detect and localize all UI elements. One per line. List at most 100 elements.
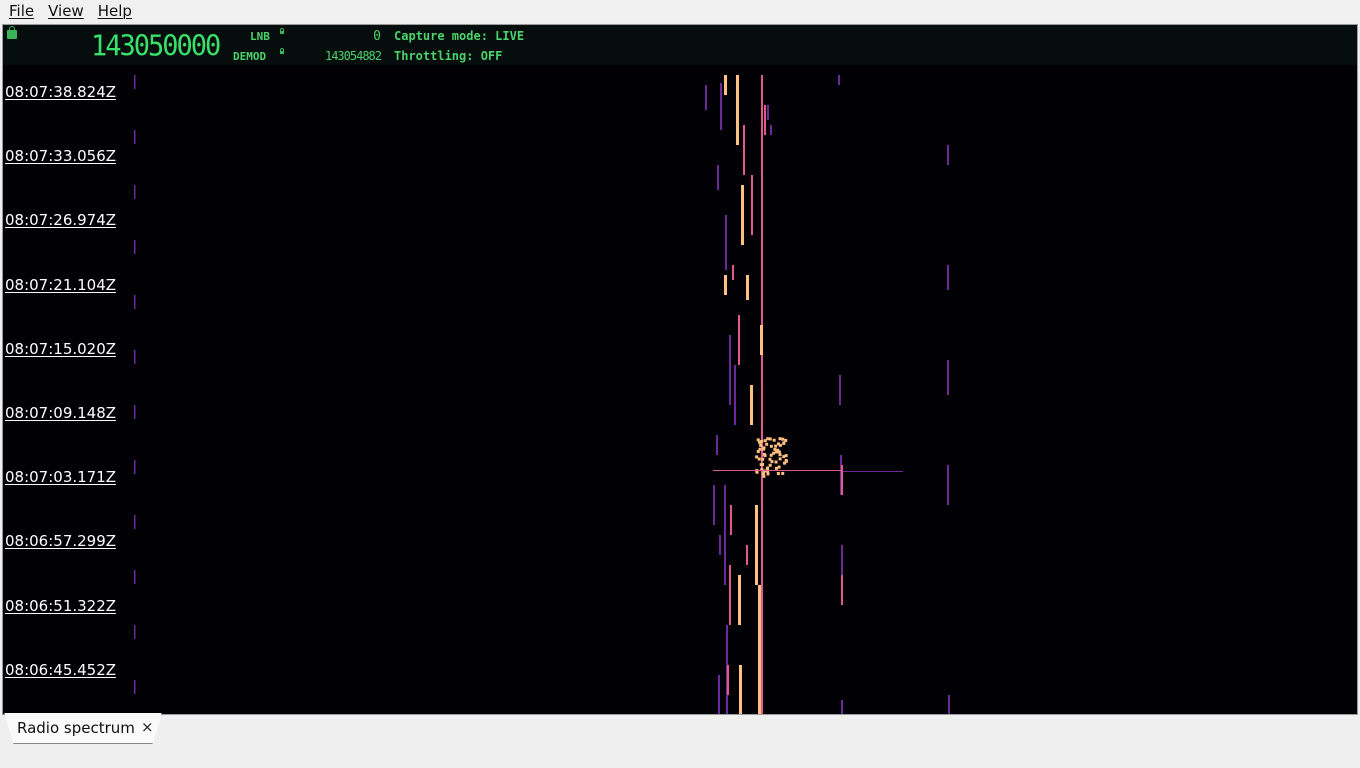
timestamp-label: 08:07:21.104Z	[5, 276, 116, 294]
signal-trace	[724, 485, 726, 585]
close-icon[interactable]: ×	[141, 718, 154, 736]
signal-trace	[705, 85, 707, 110]
lnb-frequency[interactable]: 0	[303, 29, 381, 44]
menu-view[interactable]: View	[43, 2, 89, 20]
signal-blob	[760, 463, 763, 466]
signal-blob	[774, 445, 777, 448]
tab-label: Radio spectrum	[17, 719, 135, 737]
signal-trace	[948, 695, 950, 714]
signal-blob	[784, 439, 787, 442]
signal-trace	[743, 125, 745, 175]
signal-trace	[729, 565, 731, 625]
signal-trace	[736, 75, 739, 145]
demod-label: DEMOD	[233, 50, 266, 63]
timestamp-label: 08:07:15.020Z	[5, 340, 116, 358]
signal-blob	[762, 475, 765, 478]
signal-blob	[760, 440, 763, 443]
signal-trace	[713, 485, 715, 525]
signal-blob	[779, 457, 782, 460]
timestamp-label: 08:07:03.171Z	[5, 468, 116, 486]
signal-blob	[761, 458, 764, 461]
signal-blob	[770, 460, 773, 463]
signal-trace	[724, 275, 727, 295]
timestamp-label: 08:06:45.452Z	[5, 661, 116, 679]
signal-blob	[773, 439, 776, 442]
signal-trace	[738, 575, 741, 625]
signal-trace	[741, 185, 744, 245]
signal-blob	[773, 448, 776, 451]
signal-blob	[764, 439, 767, 442]
waterfall-background	[3, 65, 1357, 714]
signal-blob	[769, 464, 772, 467]
signal-trace	[719, 535, 721, 555]
signal-blob	[755, 455, 758, 458]
menu-file[interactable]: File	[4, 2, 39, 20]
signal-burst	[843, 471, 903, 472]
throttling-status: Throttling: OFF	[394, 49, 502, 63]
timestamp-label: 08:06:51.322Z	[5, 597, 116, 615]
signal-blob	[766, 472, 769, 475]
signal-trace	[770, 125, 772, 135]
signal-trace	[755, 505, 758, 585]
signal-trace	[720, 83, 722, 130]
signal-trace	[839, 375, 841, 405]
signal-trace	[717, 165, 719, 190]
signal-trace	[724, 75, 727, 95]
demod-frequency[interactable]: 143054882	[303, 49, 381, 63]
signal-trace	[746, 545, 748, 565]
spectrum-view: 143050000 LNB 0 DEMOD 143054882 Capture …	[2, 24, 1358, 715]
signal-blob	[762, 446, 765, 449]
timestamp-label: 08:06:57.299Z	[5, 532, 116, 550]
signal-trace	[947, 265, 949, 290]
signal-blob	[781, 472, 784, 475]
timestamp-label: 08:07:38.824Z	[5, 83, 116, 101]
signal-blob	[763, 453, 766, 456]
main-frequency-display[interactable]: 143050000	[91, 30, 219, 63]
signal-trace	[732, 265, 734, 280]
signal-trace	[841, 700, 843, 714]
signal-trace	[716, 435, 718, 455]
signal-blob	[757, 450, 760, 453]
signal-blob	[779, 453, 782, 456]
waterfall-display[interactable]	[3, 65, 1357, 714]
menu-bar: File View Help	[0, 0, 1360, 22]
signal-trace	[947, 465, 949, 505]
menu-help[interactable]: Help	[93, 2, 137, 20]
signal-trace	[947, 360, 949, 395]
signal-blob	[775, 467, 778, 470]
signal-blob	[781, 438, 784, 441]
signal-trace	[730, 505, 732, 535]
tab-radio-spectrum[interactable]: Radio spectrum ×	[4, 713, 162, 744]
signal-trace	[841, 575, 843, 605]
signal-trace	[738, 315, 740, 365]
signal-blob	[779, 444, 782, 447]
signal-trace	[746, 275, 749, 300]
timestamp-column: 08:07:38.824Z 08:07:33.056Z 08:07:26.974Z 0…	[3, 65, 143, 714]
signal-burst	[713, 470, 843, 471]
signal-blob	[762, 472, 765, 475]
signal-blob	[757, 438, 760, 441]
signal-blob	[765, 443, 768, 446]
signal-blob	[775, 461, 778, 464]
signal-trace	[761, 75, 763, 714]
signal-blob	[779, 437, 782, 440]
signal-trace	[751, 175, 753, 235]
signal-trace	[767, 105, 769, 120]
timestamp-label: 08:07:33.056Z	[5, 147, 116, 165]
signal-blob	[777, 472, 780, 475]
signal-trace	[838, 75, 840, 85]
signal-blob	[778, 450, 781, 453]
lnb-lock-icon	[280, 31, 284, 34]
timestamp-label: 08:07:26.974Z	[5, 211, 116, 229]
signal-trace	[841, 465, 843, 495]
signal-trace	[760, 325, 763, 355]
signal-trace	[727, 665, 729, 695]
capture-mode-status: Capture mode: LIVE	[394, 29, 524, 43]
signal-blob	[769, 437, 772, 440]
signal-blob	[759, 444, 762, 447]
signal-blob	[758, 458, 761, 461]
signal-trace	[947, 145, 949, 165]
signal-trace	[758, 585, 761, 714]
signal-blob	[785, 460, 788, 463]
signal-trace	[729, 335, 731, 405]
